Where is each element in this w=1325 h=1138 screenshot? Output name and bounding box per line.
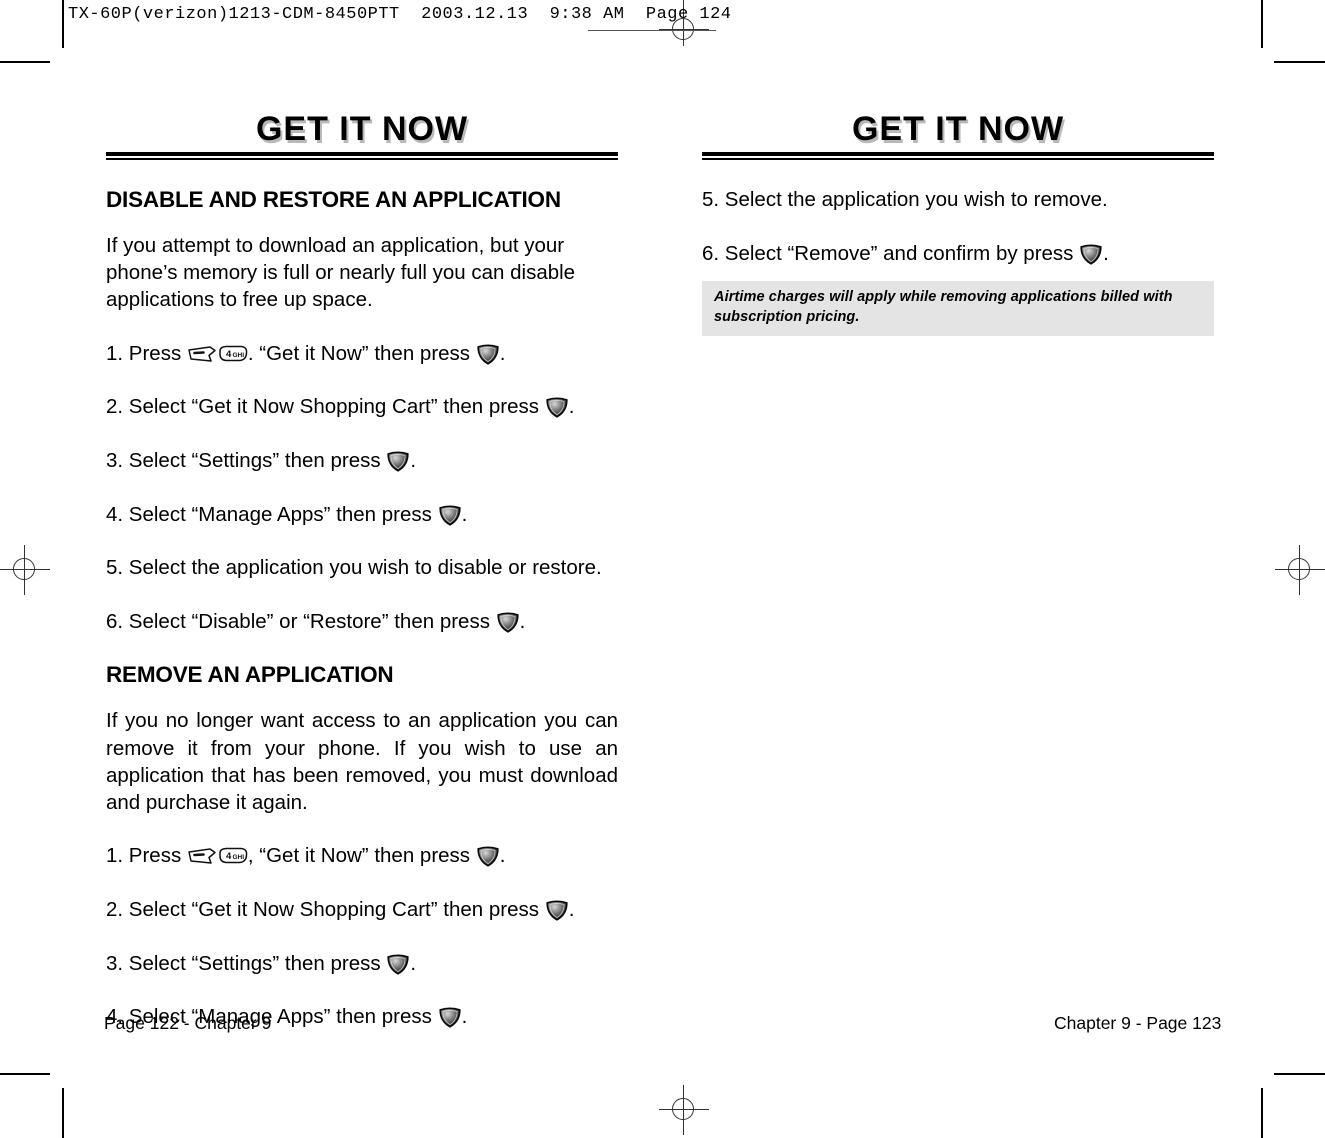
svg-text:4: 4 [226,349,232,360]
step-text-before: 3. Select “Settings” then press [106,448,387,472]
step-text-after: . [519,609,526,633]
step-text-before: 5. Select the application you wish to di… [106,556,602,580]
page-title-left: GET IT NOW [255,110,469,148]
step-text-after: . [410,951,417,975]
softkey-icon [187,344,217,364]
step-item: 2. Select “Get it Now Shopping Cart” the… [106,897,618,924]
section-heading-remove: REMOVE AN APPLICATION [106,662,394,688]
step-text-after: . [461,1005,468,1029]
ok-key-icon [476,845,500,868]
step-text-before: 1. Press [106,844,187,868]
step-item: 1. Press 4 GHI. “Get it Now” then press . [106,341,618,368]
right-page-column: GET IT NOW 5. Select the application you… [702,110,1214,337]
step-text-middle: . “Get it Now” then press [247,341,476,365]
step-text-before: 1. Press [106,341,187,365]
ok-key-icon [545,899,569,921]
step-text-before: 2. Select “Get it Now Shopping Cart” the… [106,897,545,921]
step-text-middle: , “Get it Now” then press [247,844,476,868]
ok-key-icon [496,611,520,633]
step-text-before: 4. Select “Manage Apps” then press [106,502,438,526]
step-item: 3. Select “Settings” then press . [106,951,618,978]
document-spread: GET IT NOW DISABLE AND RESTORE AN APPLIC… [0,0,1325,1138]
step-text-before: 6. Select “Remove” and confirm by press [702,241,1080,265]
section-intro-disable-restore: If you attempt to download an applicatio… [106,233,576,312]
step-item: 4. Select “Manage Apps” then press . [106,502,618,529]
step-text-after: . [499,844,506,868]
ok-key-icon [1079,243,1103,265]
step-text-after: . [1103,241,1109,265]
title-rule-left [106,152,618,160]
step-item: 3. Select “Settings” then press . [106,448,618,475]
ok-key-icon [545,396,569,419]
step-item: 5. Select the application you wish to re… [702,187,1214,214]
left-page-column: GET IT NOW DISABLE AND RESTORE AN APPLIC… [106,112,618,1031]
step-item: 6. Select “Remove” and confirm by press … [702,241,1214,268]
step-text-after: . [568,897,575,921]
footer-right: Chapter 9 - Page 123 [1054,1013,1222,1033]
step-text-after: . [568,395,575,419]
title-rule-right [702,152,1214,160]
step-text-before: 6. Select “Disable” or “Restore” then pr… [106,609,496,633]
softkey-icon [187,846,217,866]
note-box-airtime-charges: Airtime charges will apply while removin… [702,281,1214,337]
svg-text:4: 4 [226,851,232,862]
section-heading-disable-restore: DISABLE AND RESTORE AN APPLICATION [106,187,561,212]
step-item: 5. Select the application you wish to di… [106,555,618,582]
step-text-after: . [410,448,417,472]
step-text-before: 2. Select “Get it Now Shopping Cart” the… [106,395,545,419]
ok-key-icon [438,1006,462,1029]
footer-left: Page 122 - Chapter 9 [104,1013,272,1033]
svg-text:GHI: GHI [232,854,244,861]
key-4-ghi-icon: 4 GHI [218,344,248,364]
section-intro-remove: If you no longer want access to an appli… [106,709,618,815]
step-item: 2. Select “Get it Now Shopping Cart” the… [106,394,618,421]
note-line-2: subscription pricing. [714,308,860,325]
step-text-after: . [499,341,506,365]
step-text-before: 3. Select “Settings” then press [106,951,387,975]
step-text-before: 5. Select the application you wish to re… [702,188,1108,211]
ok-key-icon [438,504,462,526]
key-4-ghi-icon: 4 GHI [218,846,248,866]
page-title-right: GET IT NOW [851,110,1065,148]
step-item: 1. Press 4 GHI, “Get it Now” then press . [106,843,618,870]
ok-key-icon [386,450,410,472]
ok-key-icon [476,343,500,365]
ok-key-icon [386,953,410,975]
step-item: 6. Select “Disable” or “Restore” then pr… [106,609,618,636]
svg-text:GHI: GHI [232,352,244,359]
step-text-after: . [461,502,468,526]
note-line-1: Airtime charges will apply while removin… [714,289,1173,306]
